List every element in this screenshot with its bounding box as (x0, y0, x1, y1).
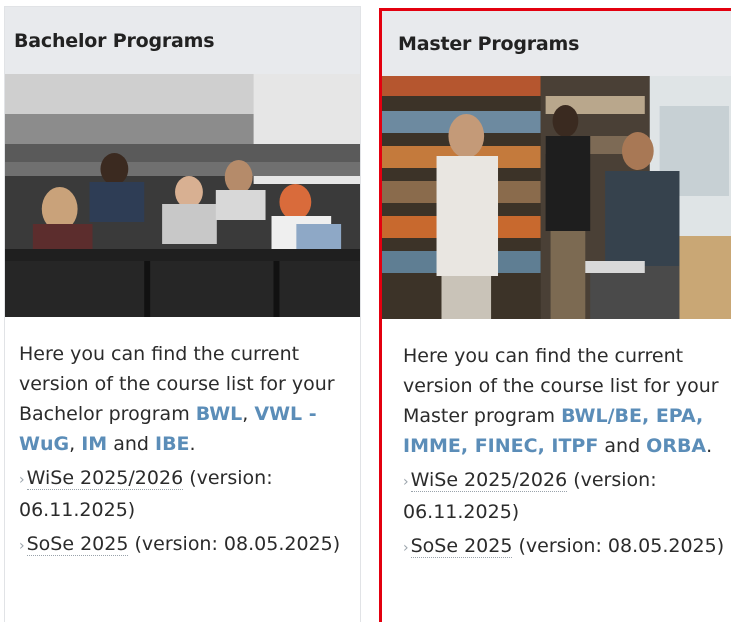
version-item: › SoSe 2025 (version: 08.05.2025) (19, 529, 360, 561)
master-card-title: Master Programs (382, 11, 731, 76)
bachelor-card-title: Bachelor Programs (5, 7, 360, 74)
version-item: › WiSe 2025/2026 (version: 06.11.2025) (403, 465, 731, 527)
link-im[interactable]: IM (81, 433, 107, 455)
version-item: › SoSe 2025 (version: 08.05.2025) (403, 531, 731, 563)
separator: and (598, 435, 647, 457)
chevron-right-icon: › (403, 474, 409, 490)
master-description: Here you can find the current version of… (403, 341, 731, 461)
separator: and (107, 433, 155, 455)
link-ibe[interactable]: IBE (155, 433, 190, 455)
master-card-body: Here you can find the current version of… (382, 319, 731, 563)
bachelor-programs-card: Bachelor Programs Here you can find the … (4, 6, 361, 622)
bachelor-card-body: Here you can find the current version of… (5, 317, 360, 561)
master-programs-card: Master Programs Here you can find the cu… (379, 8, 731, 622)
link-bwl[interactable]: BWL (196, 403, 243, 425)
page: Bachelor Programs Here you can find the … (0, 0, 731, 622)
separator: , (69, 433, 82, 455)
version-link-wise-2025-2026[interactable]: WiSe 2025/2026 (410, 469, 568, 492)
version-note: (version: 08.05.2025) (512, 535, 725, 557)
separator: , (242, 403, 255, 425)
master-photo (382, 76, 731, 319)
version-link-sose-2025[interactable]: SoSe 2025 (410, 535, 513, 558)
chevron-right-icon: › (19, 472, 25, 488)
period: . (706, 435, 713, 457)
version-note: (version: 08.05.2025) (128, 533, 341, 555)
chevron-right-icon: › (403, 540, 409, 556)
bachelor-photo (5, 74, 360, 317)
bachelor-description: Here you can find the current version of… (19, 339, 360, 459)
period: . (189, 433, 196, 455)
chevron-right-icon: › (19, 538, 25, 554)
version-link-sose-2025[interactable]: SoSe 2025 (26, 533, 129, 556)
version-item: › WiSe 2025/2026 (version: 06.11.2025) (19, 463, 360, 525)
link-orba[interactable]: ORBA (646, 435, 706, 457)
version-link-wise-2025-2026[interactable]: WiSe 2025/2026 (26, 467, 184, 490)
